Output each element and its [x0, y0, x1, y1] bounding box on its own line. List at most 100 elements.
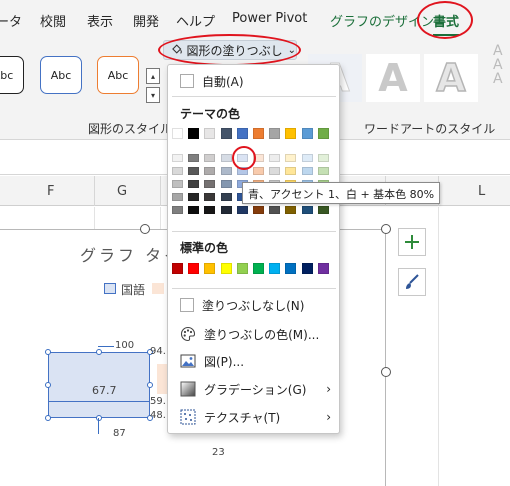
theme-color-shade-swatch[interactable]: [204, 206, 216, 214]
column-header-g[interactable]: G: [117, 184, 127, 199]
theme-color-shade-swatch[interactable]: [220, 167, 232, 175]
standard-color-swatch[interactable]: [317, 263, 329, 274]
theme-color-shade-swatch[interactable]: [204, 154, 216, 162]
theme-color-shade-swatch[interactable]: [253, 206, 264, 214]
menu-item-picture[interactable]: 図(P)...: [168, 349, 341, 373]
tab-help[interactable]: ヘルプ: [176, 11, 215, 30]
tab-chart-design[interactable]: グラフのデザイン: [330, 11, 434, 30]
tab-view[interactable]: 表示: [87, 11, 113, 30]
standard-color-swatch[interactable]: [285, 263, 297, 274]
selection-handle[interactable]: [96, 415, 102, 421]
menu-item-more-colors[interactable]: 塗りつぶしの色(M)...: [168, 322, 341, 346]
theme-color-shade-swatch[interactable]: [204, 167, 216, 175]
shape-style-3[interactable]: Abc: [97, 56, 139, 94]
theme-color-swatch[interactable]: [285, 128, 297, 139]
chart-resize-handle[interactable]: [381, 224, 391, 234]
data-label[interactable]: 94.: [150, 346, 166, 357]
data-label[interactable]: 87: [113, 428, 126, 439]
tab-review[interactable]: 校閲: [40, 11, 66, 30]
standard-color-swatch[interactable]: [269, 263, 281, 274]
theme-color-swatch[interactable]: [236, 128, 248, 139]
theme-color-shade-swatch[interactable]: [301, 206, 313, 214]
shape-fill-button[interactable]: 図形の塗りつぶし ⌄: [163, 40, 297, 60]
theme-color-shade-swatch[interactable]: [236, 206, 248, 214]
theme-color-shade-swatch[interactable]: [188, 206, 200, 214]
chart-resize-handle[interactable]: [381, 367, 391, 377]
theme-color-shade-swatch[interactable]: [317, 154, 329, 162]
theme-color-swatch[interactable]: [269, 128, 281, 139]
theme-color-swatch[interactable]: [253, 128, 264, 139]
more-styles-icon[interactable]: ▾: [146, 87, 160, 103]
standard-color-swatch[interactable]: [301, 263, 313, 274]
selection-handle[interactable]: [45, 415, 51, 421]
theme-color-shade-swatch[interactable]: [317, 206, 329, 214]
theme-color-shade-swatch[interactable]: [220, 206, 232, 214]
theme-color-shade-swatch[interactable]: [220, 180, 232, 188]
data-label[interactable]: 48.: [150, 410, 166, 421]
theme-color-shade-swatch[interactable]: [269, 167, 281, 175]
legend-label-japanese[interactable]: 国語: [121, 281, 145, 298]
wordart-style-3[interactable]: A: [424, 54, 478, 102]
standard-color-swatch[interactable]: [236, 263, 248, 274]
theme-color-shade-swatch[interactable]: [269, 206, 281, 214]
theme-color-shade-swatch[interactable]: [220, 193, 232, 201]
shape-style-2[interactable]: Abc: [40, 56, 82, 94]
theme-color-shade-swatch[interactable]: [301, 167, 313, 175]
wordart-style-2[interactable]: A: [366, 54, 420, 102]
scroll-up-icon[interactable]: ▴: [146, 68, 160, 84]
theme-color-shade-swatch[interactable]: [204, 193, 216, 201]
theme-color-swatch[interactable]: [172, 128, 183, 139]
theme-color-swatch[interactable]: [204, 128, 216, 139]
text-format-icons[interactable]: AAA: [493, 44, 510, 104]
column-header-l[interactable]: L: [478, 184, 485, 199]
theme-color-shade-swatch[interactable]: [188, 167, 200, 175]
standard-color-swatch[interactable]: [172, 263, 183, 274]
chart-styles-button[interactable]: [398, 268, 426, 296]
theme-color-shade-swatch[interactable]: [188, 154, 200, 162]
theme-color-shade-swatch[interactable]: [172, 206, 183, 214]
chart-elements-button[interactable]: [398, 228, 426, 256]
theme-color-shade-swatch[interactable]: [253, 167, 264, 175]
theme-color-swatch[interactable]: [220, 128, 232, 139]
theme-color-shade-swatch[interactable]: [220, 154, 232, 162]
theme-color-swatch[interactable]: [188, 128, 200, 139]
theme-color-shade-swatch[interactable]: [285, 154, 297, 162]
theme-color-shade-swatch[interactable]: [172, 180, 183, 188]
theme-color-shade-swatch[interactable]: [172, 193, 183, 201]
tab-data[interactable]: ータ: [0, 11, 22, 30]
theme-color-shade-swatch[interactable]: [172, 167, 183, 175]
selection-handle[interactable]: [147, 382, 153, 388]
column-header-f[interactable]: F: [47, 184, 54, 199]
theme-color-swatch[interactable]: [317, 128, 329, 139]
data-label-selected[interactable]: 67.7: [92, 384, 117, 397]
theme-color-swatch[interactable]: [301, 128, 313, 139]
shape-style-1[interactable]: Abc: [0, 56, 24, 94]
menu-item-texture[interactable]: テクスチャ(T) ›: [168, 405, 341, 429]
theme-color-shade-swatch[interactable]: [236, 154, 248, 162]
theme-color-shade-swatch[interactable]: [188, 180, 200, 188]
theme-color-shade-swatch[interactable]: [188, 193, 200, 201]
tab-power-pivot[interactable]: Power Pivot: [232, 11, 307, 26]
selection-handle[interactable]: [96, 349, 102, 355]
tab-developer[interactable]: 開発: [133, 11, 159, 30]
standard-color-swatch[interactable]: [188, 263, 200, 274]
selection-handle[interactable]: [45, 349, 51, 355]
theme-color-shade-swatch[interactable]: [236, 167, 248, 175]
standard-color-swatch[interactable]: [204, 263, 216, 274]
tab-format[interactable]: 書式: [433, 11, 460, 36]
menu-item-no-fill[interactable]: 塗りつぶしなし(N): [168, 293, 341, 317]
data-label[interactable]: 100: [115, 340, 134, 351]
theme-color-shade-swatch[interactable]: [301, 154, 313, 162]
theme-color-shade-swatch[interactable]: [269, 154, 281, 162]
theme-color-shade-swatch[interactable]: [317, 167, 329, 175]
data-label[interactable]: 23: [212, 447, 225, 458]
theme-color-shade-swatch[interactable]: [204, 180, 216, 188]
data-label[interactable]: 59.: [150, 396, 166, 407]
chart-resize-handle[interactable]: [140, 224, 150, 234]
selection-handle[interactable]: [45, 382, 51, 388]
theme-color-shade-swatch[interactable]: [172, 154, 183, 162]
theme-color-shade-swatch[interactable]: [253, 154, 264, 162]
menu-item-gradient[interactable]: グラデーション(G) ›: [168, 377, 341, 401]
standard-color-swatch[interactable]: [253, 263, 264, 274]
theme-color-shade-swatch[interactable]: [285, 206, 297, 214]
